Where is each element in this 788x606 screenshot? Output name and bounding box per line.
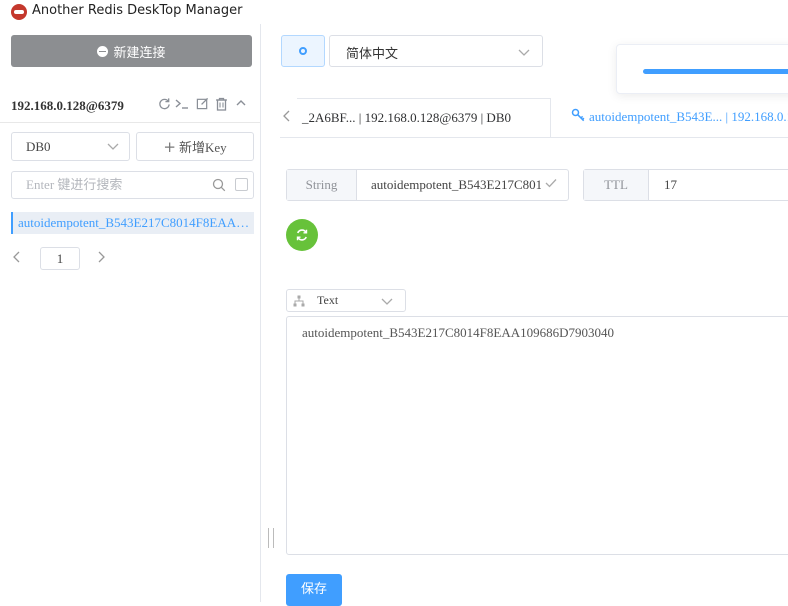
tab-previous-key[interactable]: _2A6BF... | 192.168.0.128@6379 | DB0 xyxy=(297,98,551,138)
refresh-button[interactable] xyxy=(286,219,318,251)
terminal-icon[interactable] xyxy=(175,97,189,111)
sitemap-icon xyxy=(293,295,305,311)
format-select[interactable]: Text xyxy=(286,289,406,312)
key-type-label: String xyxy=(287,170,357,200)
search-input[interactable] xyxy=(26,177,206,193)
refresh-icon xyxy=(296,229,308,241)
new-connection-button[interactable]: 新建连接 xyxy=(11,35,252,67)
key-name-group: String autoidempotent_B543E217C8014F8EAA… xyxy=(286,169,569,201)
window-title: Another Redis DeskTop Manager xyxy=(32,3,243,18)
eye-icon xyxy=(299,47,307,55)
add-key-label: 新增Key xyxy=(178,140,227,155)
add-key-button[interactable]: + 新增Key xyxy=(136,132,254,161)
key-icon xyxy=(571,99,585,137)
tab-active-key[interactable]: autoidempotent_B543E... | 192.168.0.128@… xyxy=(571,98,788,138)
title-bar: Another Redis DeskTop Manager xyxy=(0,0,788,24)
connection-divider xyxy=(0,122,260,123)
ttl-label: TTL xyxy=(584,170,649,200)
app-logo-icon xyxy=(11,4,27,20)
new-connection-label: 新建连接 xyxy=(113,45,166,61)
key-search xyxy=(11,171,254,199)
tabs-divider xyxy=(280,137,788,138)
toggle-view-button[interactable] xyxy=(281,35,325,67)
value-editor[interactable]: autoidempotent_B543E217C8014F8EAA109686D… xyxy=(286,316,788,555)
language-value: 简体中文 xyxy=(346,47,399,62)
tab-scroll-left-icon[interactable] xyxy=(282,109,292,127)
chevron-up-icon[interactable] xyxy=(234,97,248,111)
key-name-input[interactable]: autoidempotent_B543E217C8014F8EAA109686D… xyxy=(371,177,541,193)
next-page-icon[interactable] xyxy=(96,250,106,268)
ttl-input[interactable]: 17 xyxy=(664,177,677,193)
save-button[interactable]: 保存 xyxy=(286,574,342,606)
key-list-item[interactable]: autoidempotent_B543E217C8014F8EAA109686D… xyxy=(11,212,254,234)
minus-circle-icon xyxy=(97,45,109,57)
tab-active-label: autoidempotent_B543E... | 192.168.0.128@… xyxy=(589,109,788,124)
db-select-value: DB0 xyxy=(26,139,51,154)
search-icon[interactable] xyxy=(212,178,226,192)
chevron-down-icon xyxy=(381,293,393,313)
chevron-down-icon xyxy=(107,138,119,158)
plus-icon: + xyxy=(163,137,176,156)
db-select[interactable]: DB0 xyxy=(11,132,130,161)
chevron-down-icon xyxy=(518,44,530,64)
language-select[interactable]: 简体中文 xyxy=(329,35,543,67)
prev-page-icon[interactable] xyxy=(12,250,22,268)
format-value: Text xyxy=(317,293,339,307)
sidebar-resize-handle[interactable] xyxy=(268,528,274,548)
connection-name[interactable]: 192.168.0.128@6379 xyxy=(11,98,124,114)
value-text: autoidempotent_B543E217C8014F8EAA109686D… xyxy=(302,325,614,340)
refresh-icon[interactable] xyxy=(157,97,171,111)
check-icon[interactable] xyxy=(545,177,557,193)
exact-match-checkbox[interactable] xyxy=(235,178,248,191)
edit-icon[interactable] xyxy=(195,97,209,111)
loading-progress-bar xyxy=(643,69,788,74)
delete-icon[interactable] xyxy=(214,97,228,111)
ttl-group: TTL 17 xyxy=(583,169,788,201)
page-number[interactable]: 1 xyxy=(40,247,80,270)
loading-toast xyxy=(616,44,788,94)
